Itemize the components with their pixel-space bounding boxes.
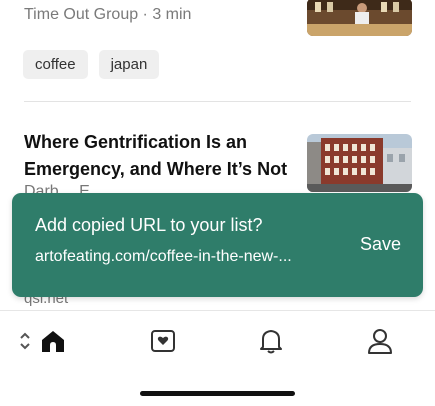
article-meta: Time Out Group · 3 min	[24, 6, 192, 23]
home-indicator[interactable]	[140, 391, 295, 396]
chevron-updown-icon	[18, 331, 32, 356]
tag-japan[interactable]: japan	[98, 50, 160, 79]
profile-icon[interactable]	[364, 325, 396, 357]
home-icon[interactable]	[37, 325, 69, 357]
add-url-toast[interactable]: Add copied URL to your list? artofeating…	[12, 193, 423, 297]
article-title[interactable]: Where Gentrification Is an Emergency, an…	[24, 129, 294, 183]
tag-list: coffee japan	[23, 50, 160, 79]
toast-title: Add copied URL to your list?	[35, 215, 263, 235]
saves-icon[interactable]	[147, 325, 179, 357]
toast-url: artofeating.com/coffee-in-the-new-...	[35, 248, 292, 265]
divider	[24, 101, 411, 102]
tag-coffee[interactable]: coffee	[23, 50, 88, 79]
tab-bar	[0, 310, 435, 371]
save-button[interactable]: Save	[360, 234, 401, 255]
article-thumbnail[interactable]	[307, 134, 412, 192]
notifications-icon[interactable]	[255, 325, 287, 357]
article-thumbnail[interactable]	[307, 0, 412, 36]
